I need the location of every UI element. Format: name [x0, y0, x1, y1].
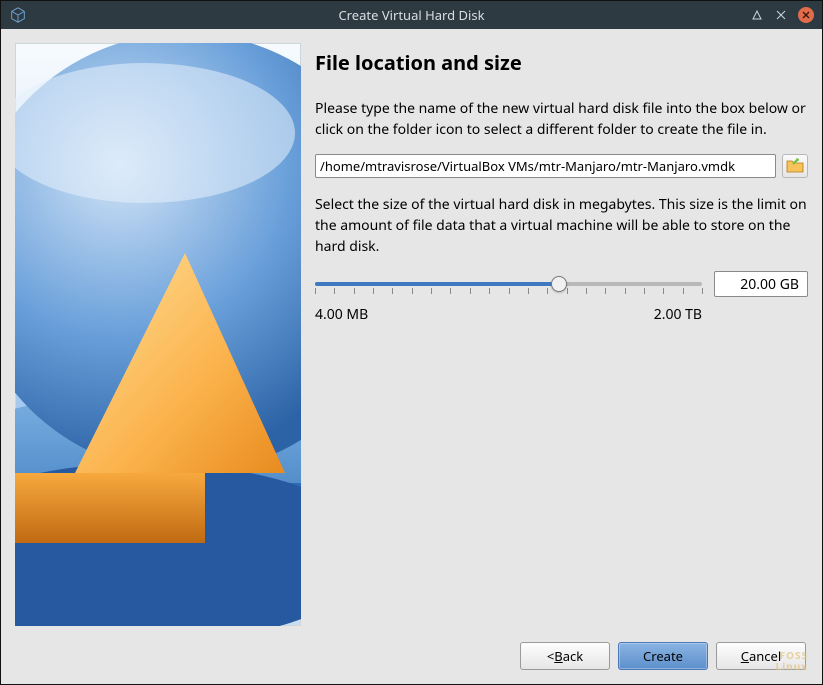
file-path-input[interactable] — [315, 154, 776, 178]
size-slider[interactable] — [315, 274, 702, 294]
page-title: File location and size — [315, 49, 808, 76]
main-row: File location and size Please type the n… — [1, 29, 822, 632]
dialog-window: Create Virtual Hard Disk — [0, 0, 823, 685]
content: File location and size Please type the n… — [1, 29, 822, 684]
window-title: Create Virtual Hard Disk — [1, 6, 822, 24]
button-row: < Back Create Cancel — [1, 632, 822, 684]
slider-ticks — [315, 288, 702, 294]
window-maximize-icon[interactable] — [774, 8, 788, 22]
slider-max-label: 2.00 TB — [654, 305, 702, 324]
titlebar: Create Virtual Hard Disk — [1, 1, 822, 29]
help-text-1: Please type the name of the new virtual … — [315, 98, 808, 140]
app-icon — [9, 6, 27, 24]
wizard-illustration — [15, 43, 301, 626]
size-slider-row — [315, 271, 808, 297]
folder-icon — [786, 158, 804, 174]
window-close-icon[interactable] — [798, 7, 814, 23]
window-controls — [750, 7, 814, 23]
form-pane: File location and size Please type the n… — [315, 43, 808, 626]
back-button[interactable]: < Back — [520, 642, 610, 670]
path-row — [315, 154, 808, 178]
browse-folder-button[interactable] — [782, 154, 808, 178]
slider-fill — [315, 282, 559, 286]
slider-thumb[interactable] — [551, 276, 567, 292]
slider-labels: 4.00 MB 2.00 TB — [315, 305, 808, 324]
disk-size-input[interactable] — [714, 271, 808, 297]
cancel-button[interactable]: Cancel — [716, 642, 806, 670]
create-button[interactable]: Create — [618, 642, 708, 670]
window-minimize-icon[interactable] — [750, 8, 764, 22]
slider-min-label: 4.00 MB — [315, 305, 368, 324]
help-text-2: Select the size of the virtual hard disk… — [315, 194, 808, 257]
